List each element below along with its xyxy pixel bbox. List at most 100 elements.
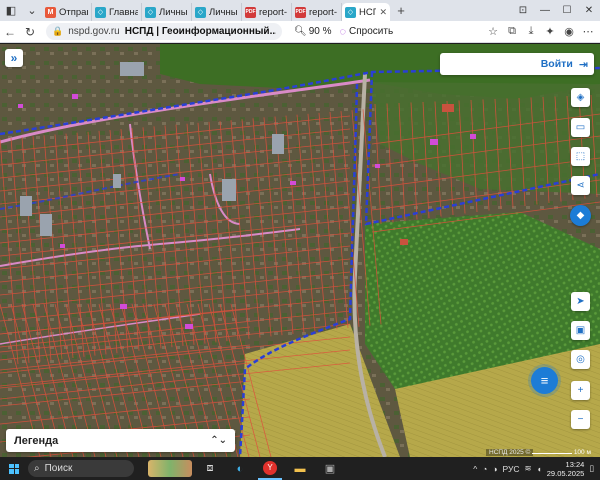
browser-tab[interactable]: ◇ Главная [92,3,142,21]
tab-label: Отправ [59,6,88,18]
basemap-button[interactable]: ▣ [571,321,590,340]
map-building-red [442,104,454,112]
tab-favicon-icon: ◇ [195,6,206,18]
geolocation-button[interactable]: ➤ [571,292,590,311]
bookmark-icon[interactable]: ⊡ [512,5,534,16]
file-explorer-icon[interactable]: ▬ [288,457,312,480]
tab-label: report- [309,6,337,18]
zoom-icon: 🔍︎ [294,26,307,37]
scale-bar [532,453,572,454]
extensions-icon[interactable]: ✦ [544,25,556,38]
new-tab-button[interactable]: + [392,2,410,20]
back-button[interactable]: ← [0,25,20,39]
browser-menu-icon[interactable]: ◧ [0,0,22,21]
zoom-value: 90 % [308,26,332,37]
tab-close-icon[interactable]: ✕ [379,7,387,18]
login-label: Войти [540,58,573,70]
taskbar-search[interactable]: ⌕ Поиск [28,460,134,477]
location-pin-icon: ◎ [576,354,585,365]
system-tray: ^ ◔ ◑ РУС ≋ ◖ 13:24 29.05.2025 ▯ [473,460,600,478]
browser-tab-strip: ◧ ⌄ M Отправ ◇ Главная ◇ Личный ◇ Личный… [0,0,600,21]
close-button[interactable]: ✕ [578,5,600,16]
ask-label: Спросить [349,26,394,37]
search-icon: ⌕ [34,463,40,474]
basemap-icon: ▣ [575,325,586,336]
more-menu-icon[interactable]: ⋯ [582,25,594,38]
tab-favicon-pdf-icon: PDF [295,6,306,18]
address-bar: ← ↻ 🔒 nspd.gov.ru НСПД | Геоинформационн… [0,21,600,43]
ask-button[interactable]: ◌ Спросить [340,26,394,38]
plus-icon: + [577,385,584,396]
layers-icon: ◈ [576,92,585,103]
select-area-button[interactable]: ⬚ [571,147,590,166]
wifi-icon[interactable]: ≋ [525,463,532,474]
tab-label: Главная [109,6,138,18]
zoom-indicator[interactable]: 🔍︎ 90 % [294,26,332,37]
download-icon[interactable]: ⤓ [525,25,537,38]
volume-icon[interactable]: ◑ [492,464,497,474]
browser-tab[interactable]: ◇ Личный [192,3,242,21]
tab-favicon-icon: M [45,6,56,18]
login-button[interactable]: Войти ⇥ [440,53,594,75]
taskbar-clock[interactable]: 13:24 29.05.2025 [547,460,585,478]
layers-button[interactable]: ◈ [571,88,590,107]
bookmark-star-icon[interactable]: ☆ [487,25,499,38]
task-view-icon[interactable]: ⧈ [198,457,222,480]
search-highlight-image[interactable] [148,460,192,477]
browser-tab-active[interactable]: ◇ НСПД ✕ [342,3,390,21]
measure-button[interactable]: ▭ [571,118,590,137]
tab-favicon-pdf-icon: PDF [245,6,256,18]
location-pin-button[interactable]: ◎ [571,350,590,369]
windows-taskbar: ⌕ Поиск ⧈ ◐ Y ▬ ▣ ^ ◔ ◑ РУС ≋ ◖ 13:24 29… [0,457,600,480]
toolbar-icons: ☆ ⧉ ⤓ ✦ ◉ ⋯ [487,25,600,38]
scale-label: 100 м [573,449,591,456]
map-attribution: НСПД 2025 © [486,449,534,456]
notifications-icon[interactable]: ▯ [589,463,594,474]
zoom-out-button[interactable]: − [571,410,590,429]
tab-label: Личный [209,6,238,18]
expand-panel-button[interactable]: » [5,49,23,67]
yandex-browser-icon[interactable]: Y [258,457,282,480]
share-button[interactable]: ⋖ [571,176,590,195]
tab-label: Личный [159,6,188,18]
browser-tab[interactable]: PDF report- [242,3,292,21]
map-scale: 100 м [530,449,591,456]
minimize-button[interactable]: — [534,5,556,16]
browser-tab[interactable]: ◇ Личный [142,3,192,21]
url-domain: nspd.gov.ru [68,26,120,37]
map-canvas[interactable] [0,44,600,457]
speaker-icon[interactable]: ◖ [537,464,542,474]
reload-button[interactable]: ↻ [20,25,40,39]
login-icon: ⇥ [578,58,588,71]
photo-app-icon[interactable]: ▣ [318,457,342,480]
zoom-in-button[interactable]: + [571,381,590,400]
services-icon: ◆ [576,210,585,221]
lock-icon: 🔒 [52,26,64,36]
services-button[interactable]: ◆ [570,205,591,226]
language-indicator[interactable]: РУС [502,464,519,474]
windows-logo-icon [9,463,19,474]
chat-button[interactable]: ≡ [531,367,558,394]
collections-icon[interactable]: ⧉ [506,25,518,38]
edge-browser-icon[interactable]: ◐ [228,457,252,480]
map-building-red [400,239,408,245]
search-label: Поиск [44,463,73,474]
tab-favicon-icon: ◇ [345,6,356,18]
maximize-button[interactable]: ☐ [556,5,578,16]
tray-chevron-icon[interactable]: ^ [473,464,477,474]
browser-tab[interactable]: M Отправ [42,3,92,21]
clock-time: 13:24 [565,459,585,469]
legend-panel[interactable]: Легенда ⌃⌄ [6,429,235,452]
profile-icon[interactable]: ◉ [563,25,575,38]
network-icon[interactable]: ◔ [482,464,487,474]
tab-list-chevron-icon[interactable]: ⌄ [22,0,42,21]
start-button[interactable] [0,457,28,480]
legend-toggle-chevron-icon[interactable]: ⌃⌄ [210,435,227,446]
url-field[interactable]: 🔒 nspd.gov.ru НСПД | Геоинформационный..… [46,23,282,40]
share-icon: ⋖ [576,180,585,191]
map-view[interactable]: » [0,44,600,457]
legend-label: Легенда [14,434,59,447]
tab-favicon-icon: ◇ [145,6,156,18]
browser-tab[interactable]: PDF report- [292,3,342,21]
navigation-arrow-icon: ➤ [576,296,585,307]
